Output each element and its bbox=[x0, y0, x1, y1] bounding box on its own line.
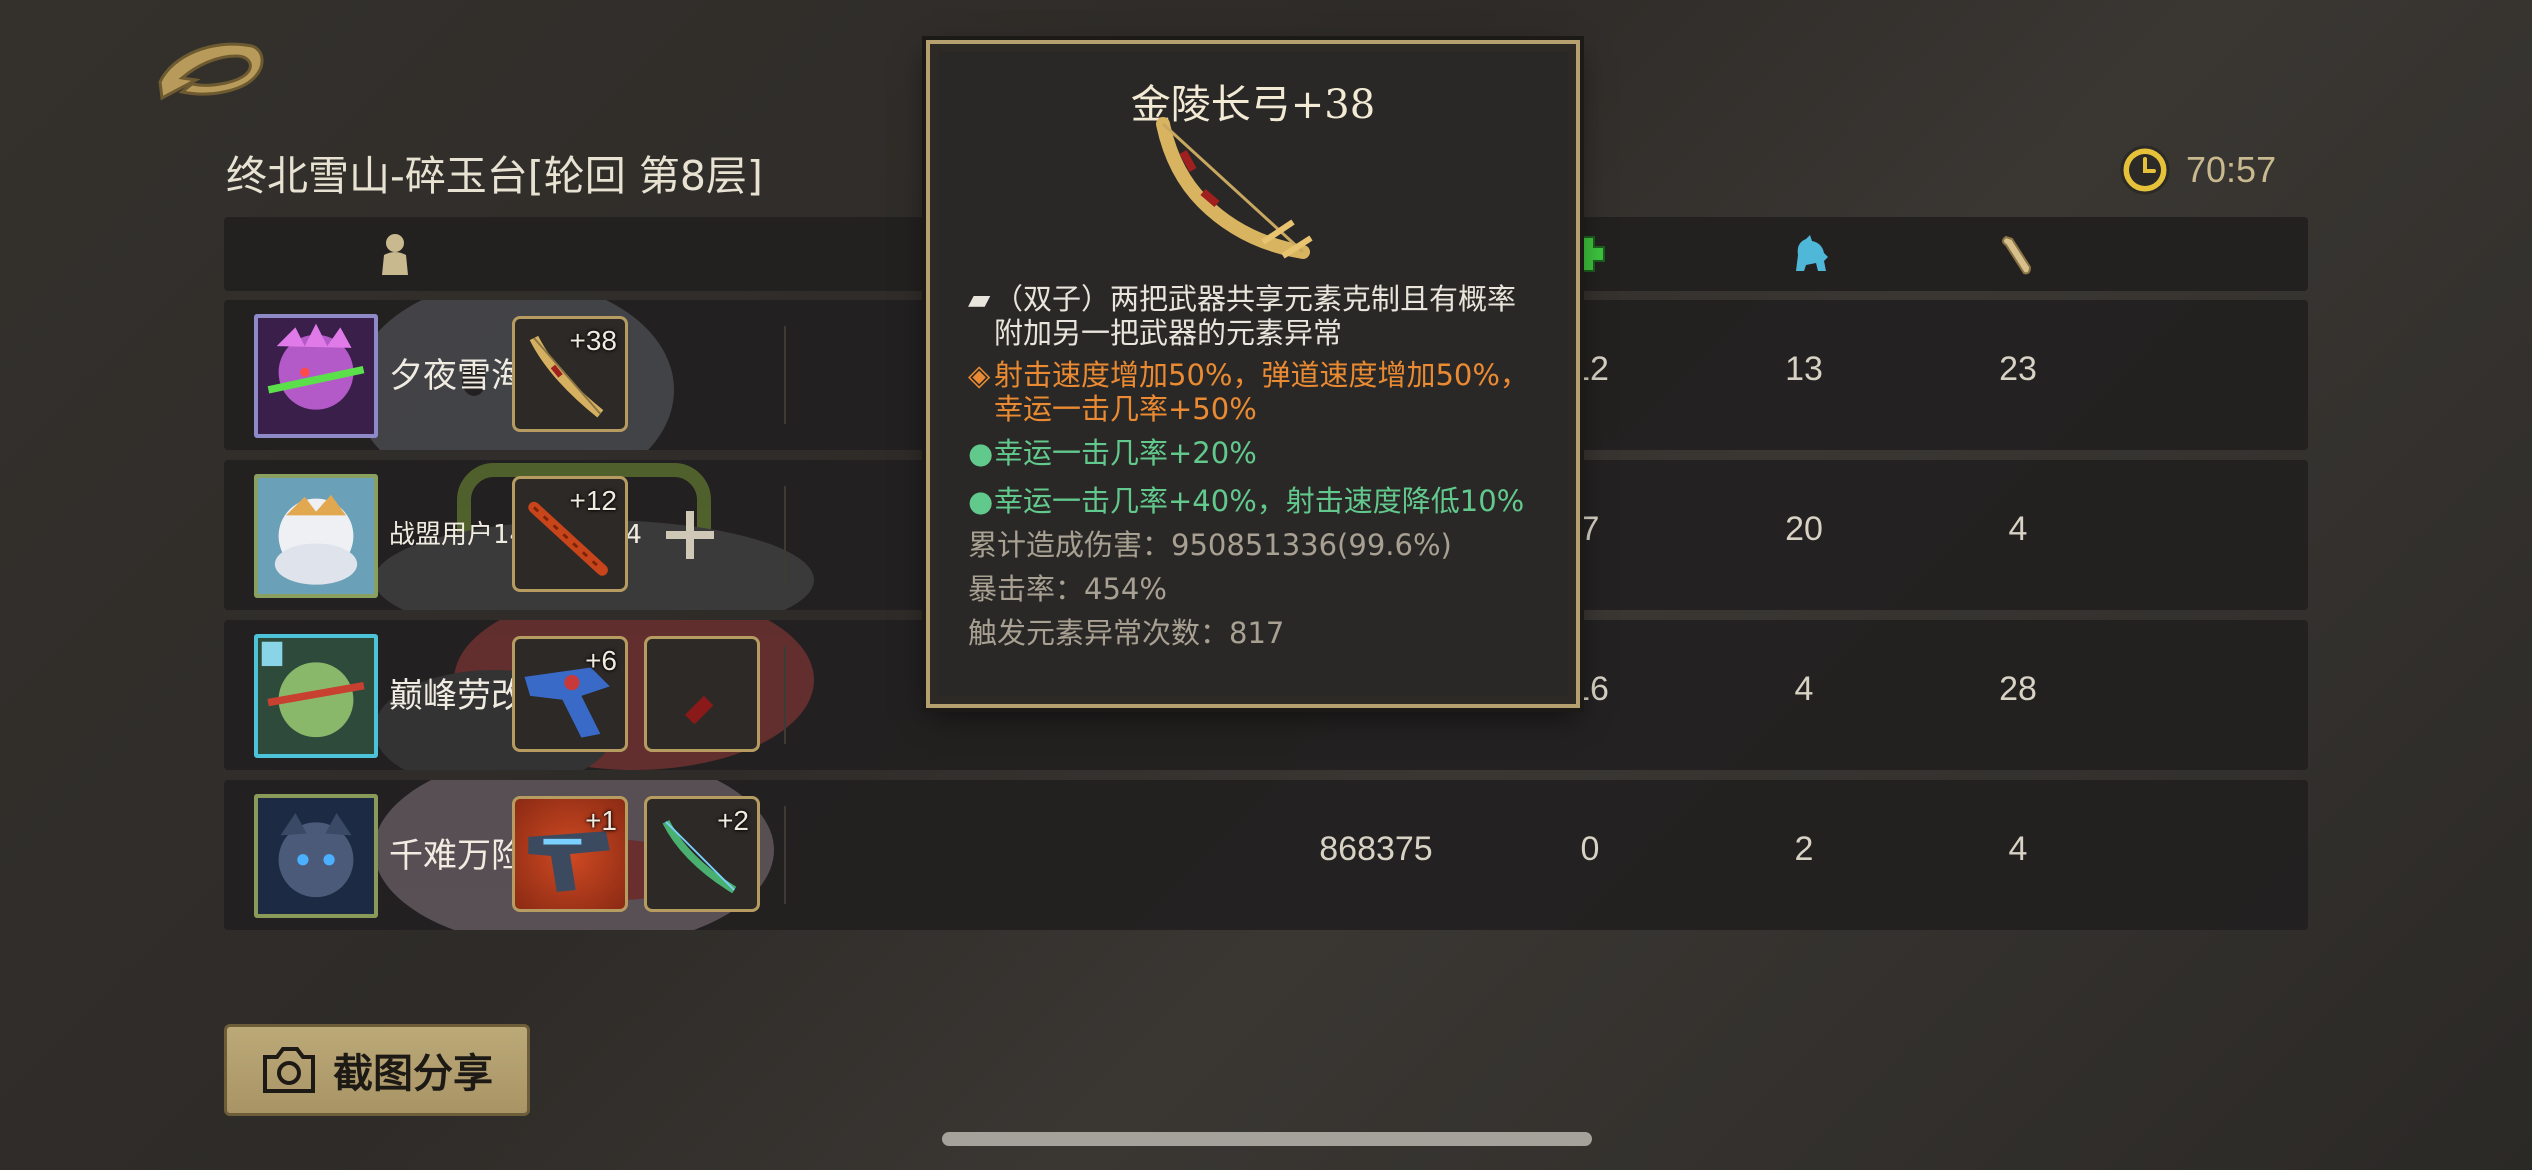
home-indicator[interactable] bbox=[942, 1132, 1592, 1146]
scroll-stat: 23 bbox=[1999, 350, 2037, 388]
weapon-level: +12 bbox=[569, 485, 618, 516]
tooltip-description: ▰ （双子）两把武器共享元素克制且有概率 附加另一把武器的元素异常 bbox=[968, 282, 1517, 350]
avatar-image bbox=[258, 318, 374, 434]
weapon-level: +2 bbox=[717, 805, 749, 836]
scroll-stat: 4 bbox=[2008, 510, 2028, 548]
avatar[interactable] bbox=[254, 634, 378, 758]
player-icon bbox=[382, 234, 408, 275]
weapon-slot[interactable]: +12 bbox=[512, 476, 628, 592]
weapon-slot[interactable]: +38 bbox=[512, 316, 628, 432]
share-label: 截图分享 bbox=[333, 1051, 493, 1097]
divider bbox=[784, 646, 786, 744]
weapon-slot[interactable]: +6 bbox=[512, 636, 628, 752]
back-button[interactable] bbox=[152, 26, 270, 106]
dot-icon: ● bbox=[968, 484, 994, 518]
damage-stat: 868375 bbox=[1319, 830, 1433, 868]
tooltip-damage: 累计造成伤害：950851336(99.6%) bbox=[968, 528, 1452, 562]
avatar[interactable] bbox=[254, 794, 378, 918]
tooltip-elemental: 触发元素异常次数：817 bbox=[968, 616, 1285, 650]
tooltip-orange-affix: ◈ 射击速度增加50%，弹道速度增加50%， 幸运一击几率+50% bbox=[968, 358, 1529, 426]
camera-icon bbox=[263, 1047, 315, 1093]
dot-icon: ● bbox=[968, 436, 994, 470]
tooltip-green-affix: ●幸运一击几率+40%，射击速度降低10% bbox=[968, 484, 1525, 518]
diamond-icon: ◈ bbox=[968, 358, 991, 392]
timer-text: 70:57 bbox=[2186, 149, 2277, 190]
scroll-stat: 4 bbox=[2008, 830, 2028, 868]
weapon-level: +6 bbox=[585, 645, 617, 676]
beast-stat: 4 bbox=[1794, 670, 1814, 708]
divider bbox=[784, 326, 786, 424]
screenshot-share-button[interactable]: 截图分享 bbox=[224, 1024, 530, 1116]
weapon-icon bbox=[684, 695, 714, 725]
beast-stat: 20 bbox=[1785, 510, 1823, 548]
divider bbox=[784, 806, 786, 904]
weapon-slot[interactable]: +1 bbox=[512, 796, 628, 912]
weapon-level: +38 bbox=[569, 325, 618, 356]
add-friend-icon[interactable] bbox=[660, 505, 720, 565]
back-arrow-icon bbox=[158, 42, 264, 101]
avatar-image bbox=[258, 478, 374, 594]
avatar[interactable] bbox=[254, 474, 378, 598]
heal-stat: 0 bbox=[1580, 830, 1600, 868]
weapon-slot[interactable] bbox=[644, 636, 760, 752]
beast-stat: 2 bbox=[1794, 830, 1814, 868]
tooltip-green-affix: ●幸运一击几率+20% bbox=[968, 436, 1257, 470]
avatar-image bbox=[258, 798, 374, 914]
tooltip-crit: 暴击率：454% bbox=[968, 572, 1167, 606]
weapon-level: +1 bbox=[585, 805, 617, 836]
player-row: 千难万险拿一下 +1 +2 868375 0 2 4 bbox=[224, 780, 2308, 930]
avatar-image bbox=[258, 638, 374, 754]
weapon-tooltip: 金陵长弓+38 ▰ （双子）两把武器共享元素克制且有概率 附加另一把武器的元素异常… bbox=[926, 40, 1580, 708]
scroll-stat: 28 bbox=[1999, 670, 2037, 708]
divider bbox=[784, 486, 786, 584]
beast-icon bbox=[1796, 235, 1828, 271]
weapon-slot[interactable]: +2 bbox=[644, 796, 760, 912]
player-name: 夕夜雪海 bbox=[389, 356, 525, 396]
level-title: 终北雪山-碎玉台[轮回 第8层] bbox=[226, 152, 763, 200]
beast-stat: 13 bbox=[1785, 350, 1823, 388]
timer: 70:57 bbox=[2118, 140, 2276, 200]
avatar[interactable] bbox=[254, 314, 378, 438]
clock-icon bbox=[2120, 145, 2170, 195]
scroll-icon bbox=[2002, 235, 2032, 275]
gem-icon: ▰ bbox=[968, 282, 991, 316]
bow-icon bbox=[1156, 117, 1313, 259]
